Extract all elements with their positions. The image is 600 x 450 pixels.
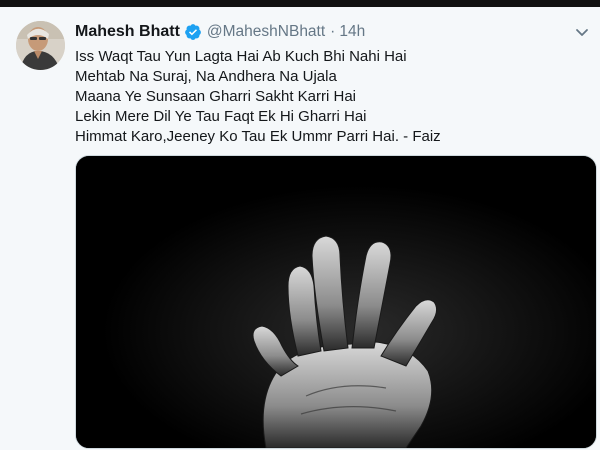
tweet-media-image[interactable] [75, 155, 597, 449]
avatar[interactable] [16, 21, 65, 70]
separator-dot: · [330, 23, 336, 40]
author-name[interactable]: Mahesh Bhatt [75, 23, 180, 41]
author-handle[interactable]: @MaheshNBhatt [207, 23, 325, 41]
tweet-text-line: Himmat Karo,Jeeney Ko Tau Ek Ummr Parri … [75, 128, 441, 145]
verified-badge-icon [184, 23, 202, 41]
tweet-header: Mahesh Bhatt @MaheshNBhatt · 14h [75, 21, 365, 43]
tweet-text-line: Lekin Mere Dil Ye Tau Faqt Ek Hi Gharri … [75, 108, 367, 125]
chevron-down-icon[interactable] [572, 22, 592, 42]
tweet-text-line: Maana Ye Sunsaan Gharri Sakht Karri Hai [75, 88, 356, 105]
tweet-text-line: Mehtab Na Suraj, Na Andhera Na Ujala [75, 68, 337, 85]
top-bar [0, 0, 600, 7]
tweet-text-line: Iss Waqt Tau Yun Lagta Hai Ab Kuch Bhi N… [75, 48, 407, 65]
tweet-card[interactable]: Mahesh Bhatt @MaheshNBhatt · 14h Iss Waq… [0, 7, 600, 450]
timestamp[interactable]: 14h [339, 23, 365, 41]
tweet-text: Iss Waqt Tau Yun Lagta Hai Ab Kuch Bhi N… [75, 47, 585, 147]
